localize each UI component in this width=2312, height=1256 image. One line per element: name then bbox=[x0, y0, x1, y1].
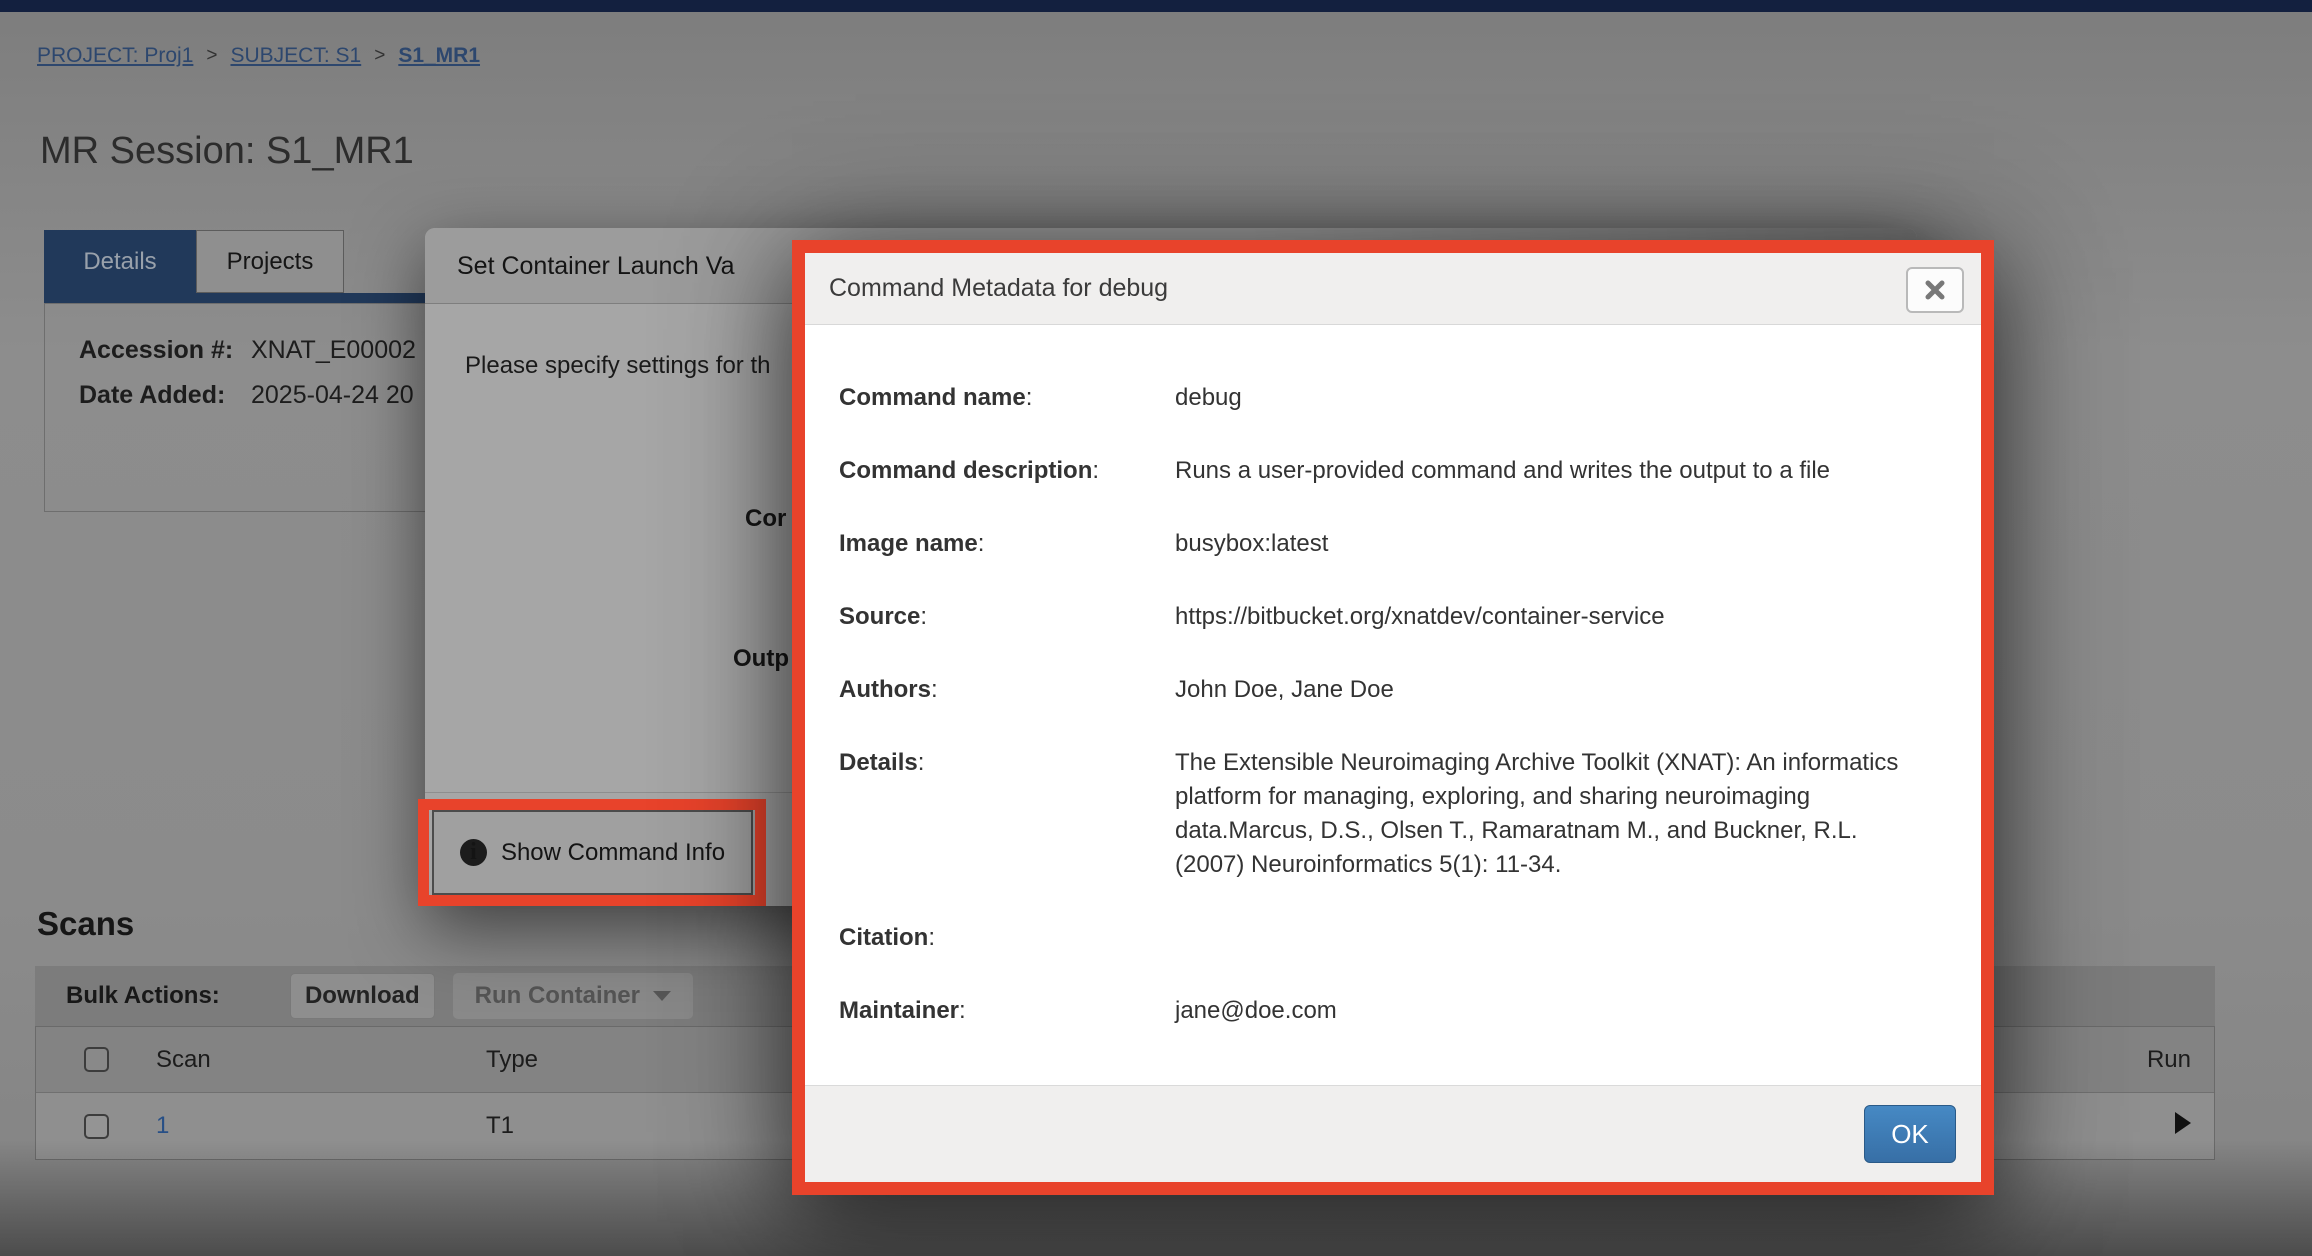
launch-dialog-instructions: Please specify settings for th bbox=[465, 352, 770, 380]
top-nav-bar bbox=[0, 0, 2312, 12]
run-container-label: Run Container bbox=[475, 982, 640, 1010]
metadata-row-citation: Citation: bbox=[839, 921, 1951, 955]
metadata-row-command-description: Command description: Runs a user-provide… bbox=[839, 454, 1951, 488]
show-command-info-label: Show Command Info bbox=[501, 839, 725, 867]
scans-heading: Scans bbox=[37, 905, 134, 943]
launch-field-label-command: Cor bbox=[745, 505, 786, 533]
metadata-row-details: Details: The Extensible Neuroimaging Arc… bbox=[839, 746, 1951, 882]
metadata-modal-body: Command name: debug Command description:… bbox=[805, 325, 1981, 1067]
download-button[interactable]: Download bbox=[290, 973, 435, 1019]
close-button[interactable] bbox=[1906, 267, 1964, 313]
run-column-header: Run bbox=[2071, 1046, 2214, 1074]
row-checkbox[interactable] bbox=[84, 1114, 109, 1139]
metadata-modal-title: Command Metadata for debug bbox=[805, 253, 1981, 324]
show-command-info-highlight: i Show Command Info bbox=[418, 799, 766, 906]
metadata-modal-footer: OK bbox=[805, 1085, 1981, 1182]
image-name-value: busybox:latest bbox=[1175, 527, 1930, 561]
scan-column-header: Scan bbox=[156, 1046, 486, 1074]
breadcrumb-subject-link[interactable]: SUBJECT: S1 bbox=[230, 44, 361, 68]
run-container-button[interactable]: Run Container bbox=[453, 973, 693, 1019]
metadata-modal-titlebar[interactable]: Command Metadata for debug bbox=[805, 253, 1981, 325]
ok-button[interactable]: OK bbox=[1864, 1105, 1956, 1163]
accession-value: XNAT_E00002 bbox=[251, 336, 416, 365]
show-command-info-button[interactable]: i Show Command Info bbox=[432, 810, 753, 895]
source-value: https://bitbucket.org/xnatdev/container-… bbox=[1175, 600, 1930, 634]
close-icon bbox=[1925, 280, 1945, 300]
date-added-value: 2025-04-24 20 bbox=[251, 381, 414, 410]
info-icon: i bbox=[460, 839, 487, 866]
maintainer-value: jane@doe.com bbox=[1175, 994, 1930, 1028]
launch-field-label-output: Outp bbox=[733, 645, 789, 673]
metadata-row-maintainer: Maintainer: jane@doe.com bbox=[839, 994, 1951, 1028]
metadata-row-command-name: Command name: debug bbox=[839, 381, 1951, 415]
tab-projects[interactable]: Projects bbox=[196, 230, 344, 293]
date-added-label: Date Added: bbox=[79, 381, 251, 410]
authors-value: John Doe, Jane Doe bbox=[1175, 673, 1930, 707]
bulk-actions-label: Bulk Actions: bbox=[66, 982, 220, 1010]
chevron-down-icon bbox=[653, 991, 671, 1001]
breadcrumb-session-link[interactable]: S1_MR1 bbox=[398, 44, 480, 68]
citation-value bbox=[1175, 921, 1930, 955]
tab-strip: Details Projects bbox=[44, 230, 344, 293]
page-title: MR Session: S1_MR1 bbox=[40, 130, 414, 173]
scan-id-link[interactable]: 1 bbox=[156, 1112, 169, 1139]
breadcrumb-separator: > bbox=[374, 45, 385, 67]
metadata-row-image-name: Image name: busybox:latest bbox=[839, 527, 1951, 561]
metadata-row-source: Source: https://bitbucket.org/xnatdev/co… bbox=[839, 600, 1951, 634]
command-description-value: Runs a user-provided command and writes … bbox=[1175, 454, 1930, 488]
tab-details[interactable]: Details bbox=[44, 230, 196, 293]
xnat-page: PROJECT: Proj1 > SUBJECT: S1 > S1_MR1 MR… bbox=[0, 0, 2312, 1256]
command-name-value: debug bbox=[1175, 381, 1930, 415]
metadata-row-authors: Authors: John Doe, Jane Doe bbox=[839, 673, 1951, 707]
breadcrumb-project-link[interactable]: PROJECT: Proj1 bbox=[37, 44, 193, 68]
details-value: The Extensible Neuroimaging Archive Tool… bbox=[1175, 746, 1930, 882]
select-all-checkbox[interactable] bbox=[84, 1047, 109, 1072]
run-expand-arrow-icon[interactable] bbox=[2175, 1112, 2191, 1134]
breadcrumb-separator: > bbox=[206, 45, 217, 67]
breadcrumb: PROJECT: Proj1 > SUBJECT: S1 > S1_MR1 bbox=[37, 44, 480, 68]
command-metadata-modal: Command Metadata for debug Command name:… bbox=[792, 240, 1994, 1195]
accession-label: Accession #: bbox=[79, 336, 251, 365]
